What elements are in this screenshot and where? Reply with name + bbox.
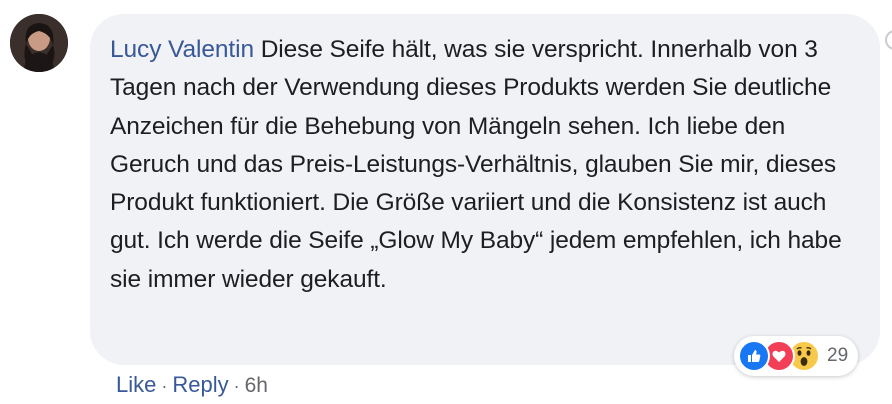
reply-button[interactable]: Reply [172, 371, 228, 399]
comment-actions: Like · Reply · 6h [116, 371, 268, 400]
like-button[interactable]: Like [116, 371, 156, 399]
reaction-count: 29 [827, 345, 849, 366]
separator-dot: · [233, 376, 240, 396]
separator-dot: · [161, 376, 168, 396]
avatar-image [10, 14, 68, 72]
comment-timestamp[interactable]: 6h [245, 372, 268, 400]
comment-text: Diese Seife hält, was sie verspricht. In… [110, 36, 842, 293]
like-icon [738, 340, 770, 372]
comment-author-link[interactable]: Lucy Valentin [110, 36, 254, 63]
comment-bubble: Lucy Valentin Diese Seife hält, was sie … [90, 14, 880, 365]
reactions-summary[interactable]: 29 [734, 336, 859, 376]
options-icon[interactable] [885, 30, 892, 50]
comment-body: Lucy Valentin Diese Seife hält, was sie … [110, 31, 860, 299]
avatar[interactable] [10, 14, 68, 72]
